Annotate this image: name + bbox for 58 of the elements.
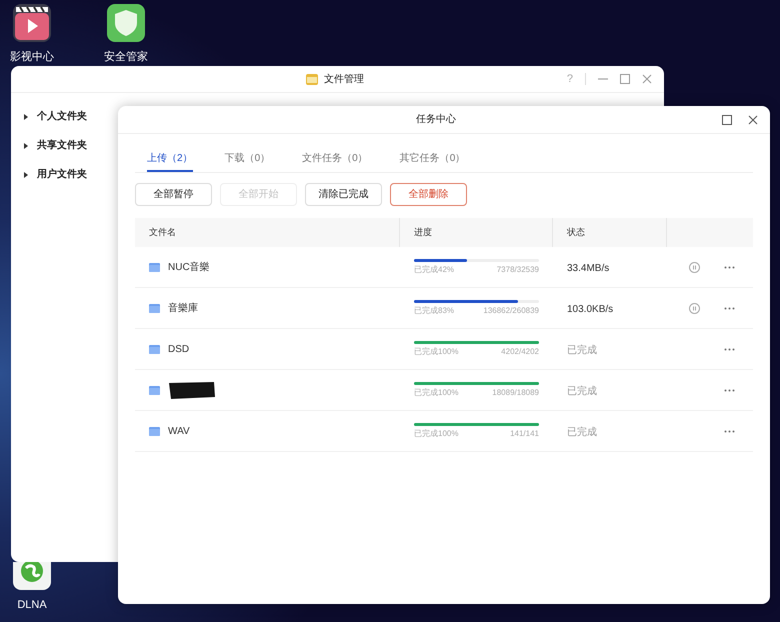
tab[interactable]: 下载（0） <box>224 146 270 172</box>
window-title: 任务中心 <box>415 112 457 127</box>
more-icon[interactable] <box>724 388 735 392</box>
file-count: 7378/32539 <box>496 264 539 276</box>
sidebar-item[interactable]: 共享文件夹 <box>37 138 87 153</box>
desktop-icon-label[interactable]: 影视中心 <box>10 49 54 66</box>
folder-icon <box>149 304 160 312</box>
folder-icon <box>149 344 160 354</box>
toolbar-button[interactable]: 全部暂停 <box>135 183 212 206</box>
video-player-icon[interactable] <box>12 3 52 43</box>
window-title: 文件管理 <box>324 72 364 86</box>
progress-text: 已完成100% <box>414 428 458 440</box>
toolbar-button[interactable]: 全部删除 <box>390 183 467 206</box>
maximize-icon[interactable] <box>722 114 732 124</box>
file-count: 136862/260839 <box>483 304 539 316</box>
column-header: 状态 <box>567 226 585 239</box>
caret-right-icon[interactable] <box>23 142 29 148</box>
file-count: 4202/4202 <box>501 346 539 358</box>
caret-right-icon[interactable] <box>23 114 29 120</box>
desktop-icon-label[interactable]: DLNA <box>17 597 47 614</box>
more-icon[interactable] <box>724 266 735 268</box>
status-text: 已完成 <box>567 345 597 356</box>
progress-text: 已完成42% <box>414 264 454 276</box>
progress-text: 已完成100% <box>414 386 458 398</box>
status-text: 33.4MB/s <box>567 263 610 274</box>
file-name: NUC音樂 <box>168 260 210 274</box>
file-name: DSD <box>168 342 190 356</box>
progress-text: 已完成83% <box>414 304 454 316</box>
folder-icon <box>149 386 160 394</box>
folder-icon <box>306 74 318 84</box>
caret-right-icon[interactable] <box>23 172 29 178</box>
more-icon[interactable] <box>724 348 735 350</box>
tab[interactable]: 上传（2） <box>147 146 193 172</box>
shield-icon[interactable] <box>106 3 146 43</box>
close-icon[interactable] <box>748 114 758 124</box>
more-icon[interactable] <box>724 430 735 432</box>
sidebar-item[interactable]: 个人文件夹 <box>37 109 87 124</box>
pause-icon[interactable] <box>689 262 700 272</box>
file-name: 音樂庫 <box>168 302 198 316</box>
more-icon[interactable] <box>724 306 735 310</box>
status-text: 已完成 <box>567 386 597 397</box>
tab[interactable]: 其它任务（0） <box>400 146 466 172</box>
pause-icon[interactable] <box>689 302 700 314</box>
file-count: 141/141 <box>510 428 539 440</box>
tab[interactable]: 文件任务（0） <box>302 146 368 172</box>
file-count: 18089/18089 <box>492 386 539 398</box>
progress-text: 已完成100% <box>414 346 458 358</box>
column-header: 文件名 <box>149 226 176 239</box>
dlna-icon[interactable] <box>12 562 52 591</box>
toolbar-button[interactable]: 清除已完成 <box>305 183 382 206</box>
desktop-icon-label[interactable]: 安全管家 <box>104 49 148 66</box>
folder-icon <box>149 426 160 436</box>
status-text: 103.0KB/s <box>567 304 614 315</box>
status-text: 已完成 <box>567 427 597 438</box>
file-name: WAV <box>168 424 190 438</box>
column-header: 进度 <box>414 226 432 239</box>
sidebar-item[interactable]: 用户文件夹 <box>37 167 87 182</box>
folder-icon <box>149 262 160 272</box>
